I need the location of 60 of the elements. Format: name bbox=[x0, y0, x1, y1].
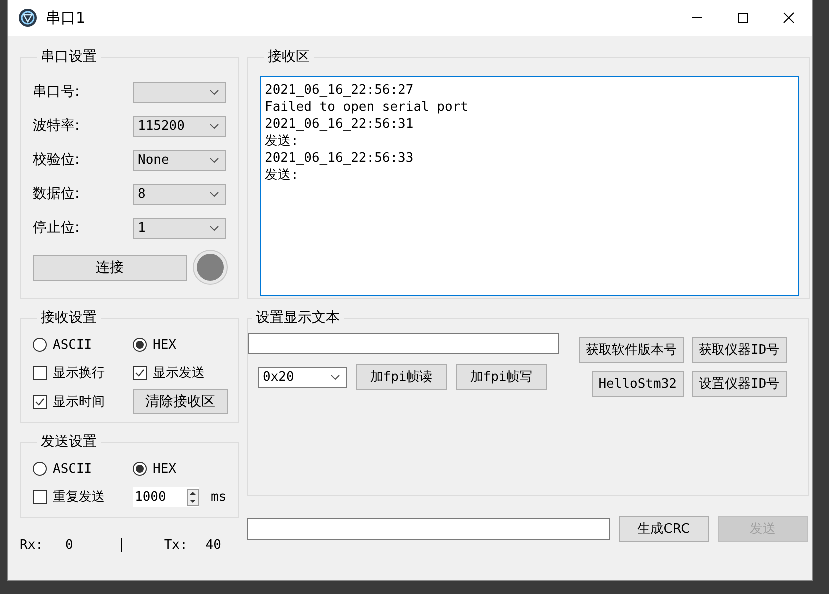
frame-button[interactable]: 加fpi帧写 bbox=[456, 364, 547, 390]
radio-button[interactable] bbox=[133, 462, 147, 476]
checkbox-label: 显示时间 bbox=[53, 394, 105, 410]
group-title: 串口设置 bbox=[40, 48, 98, 66]
checkbox[interactable] bbox=[33, 490, 47, 504]
tx-label: Tx: bbox=[164, 538, 188, 552]
field-label: 停止位: bbox=[33, 219, 81, 237]
group-title: 设置显示文本 bbox=[255, 309, 341, 327]
dropdown[interactable]: None bbox=[133, 150, 226, 170]
group-title: 发送设置 bbox=[40, 433, 98, 451]
radio-button[interactable] bbox=[33, 462, 47, 476]
receive-text-area[interactable]: 2021_06_16_22:56:27 Failed to open serial port 2021_06_16_22:56:31 发送: 2021_06_16_22:56:33 发送: bbox=[260, 76, 799, 296]
crc-button[interactable]: 生成CRC bbox=[619, 516, 709, 542]
field-label: 校验位: bbox=[33, 151, 81, 169]
maximize-icon bbox=[737, 12, 749, 24]
command-button[interactable]: 获取软件版本号 bbox=[579, 337, 684, 363]
field-label: 波特率: bbox=[33, 117, 81, 135]
radio-button[interactable] bbox=[33, 338, 47, 352]
dropdown[interactable]: 8 bbox=[133, 184, 226, 204]
radio-label: HEX bbox=[153, 462, 176, 476]
command-button[interactable]: 设置仪器ID号 bbox=[692, 371, 787, 397]
tx-count: 40 bbox=[206, 538, 222, 552]
close-icon bbox=[783, 12, 795, 24]
send-input[interactable] bbox=[247, 518, 610, 540]
unit-label: ms bbox=[211, 490, 227, 504]
dropdown[interactable]: 0x20 bbox=[258, 366, 347, 388]
field-label: 数据位: bbox=[33, 185, 81, 203]
connect-button[interactable]: 连接 bbox=[33, 254, 187, 280]
checkbox-label: 重复发送 bbox=[53, 489, 105, 506]
command-button[interactable]: HelloStm32 bbox=[592, 371, 684, 397]
checkbox[interactable] bbox=[33, 366, 47, 380]
command-button[interactable]: 获取仪器ID号 bbox=[692, 337, 787, 363]
caret-icon bbox=[210, 158, 219, 162]
checkbox[interactable] bbox=[133, 366, 147, 380]
app-icon bbox=[18, 8, 38, 28]
radio-label: ASCII bbox=[53, 338, 92, 352]
dropdown[interactable]: 115200 bbox=[133, 116, 226, 136]
frame-button[interactable]: 加fpi帧读 bbox=[356, 364, 447, 390]
rx-label: Rx: bbox=[20, 538, 44, 552]
caret-icon bbox=[210, 226, 219, 230]
group-title: 接收区 bbox=[267, 48, 311, 66]
window-title: 串口1 bbox=[46, 8, 86, 28]
checkbox-label: 显示发送 bbox=[153, 365, 205, 382]
group-title: 接收设置 bbox=[40, 309, 98, 327]
caret-icon bbox=[210, 124, 219, 128]
checkbox[interactable] bbox=[33, 394, 47, 408]
radio-label: HEX bbox=[153, 338, 176, 352]
rx-count: 0 bbox=[65, 538, 74, 552]
checkbox-label: 显示换行 bbox=[53, 365, 105, 382]
dropdown[interactable]: 1 bbox=[133, 218, 226, 238]
caret-icon bbox=[331, 374, 340, 380]
clear-button[interactable]: 清除接收区 bbox=[133, 389, 228, 414]
text-input[interactable] bbox=[248, 333, 559, 354]
spin-arrows-icon[interactable] bbox=[187, 488, 199, 506]
radio-label: ASCII bbox=[53, 462, 92, 476]
interval-spinbox[interactable]: 1000 bbox=[133, 487, 199, 507]
caret-icon bbox=[210, 90, 219, 94]
caret-icon bbox=[210, 192, 219, 196]
radio-button[interactable] bbox=[133, 338, 147, 352]
field-label: 串口号: bbox=[33, 83, 81, 101]
